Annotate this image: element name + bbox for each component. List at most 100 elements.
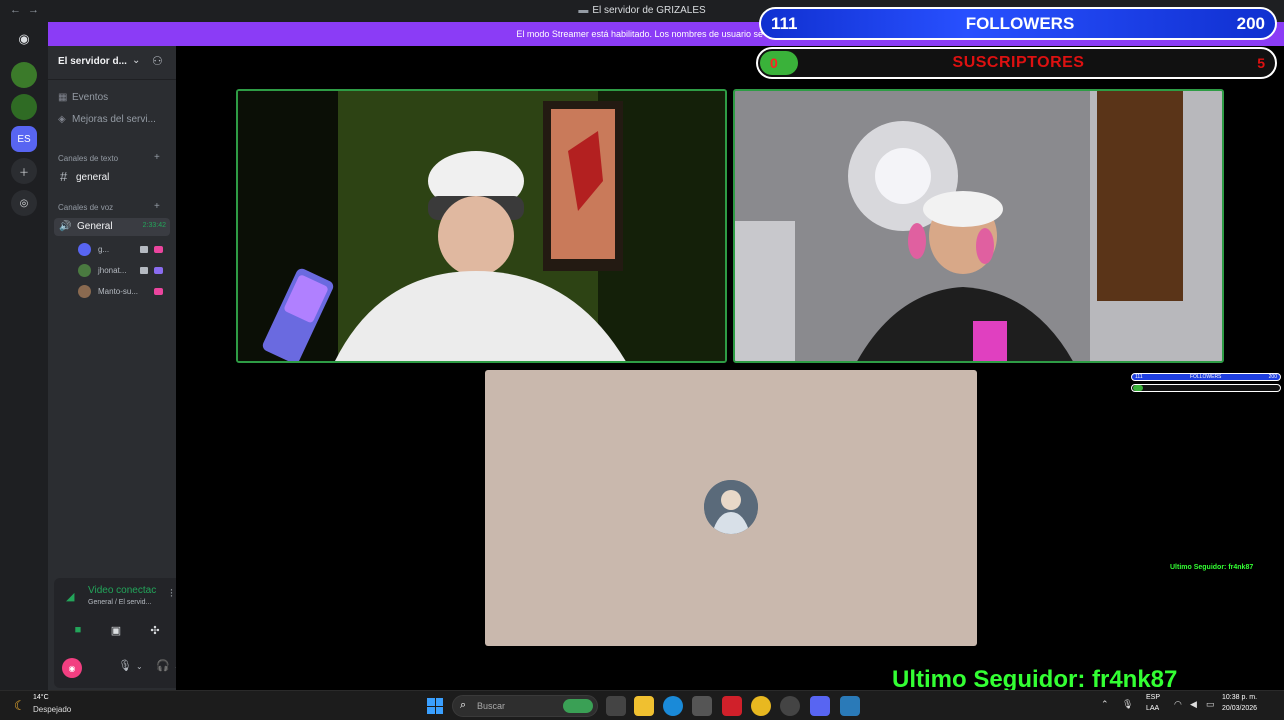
search-icon: ⌕ [460,699,467,711]
camera-icon [140,246,148,253]
channel-general[interactable]: # general [54,168,170,188]
followers-title: FOLLOWERS [965,14,1075,33]
clock-date[interactable]: 20/03/2026 [1222,705,1257,712]
last-follower-small: Ultimo Seguidor: fr4nk87 [1170,564,1254,571]
server-icon: ▬ [578,5,589,16]
file-explorer-icon[interactable] [634,696,654,716]
store-icon[interactable] [692,696,712,716]
signal-icon: ◢ [66,591,75,603]
screenshare-icon [154,267,163,274]
explore-servers-icon[interactable]: ◎ [11,190,37,216]
headphones-icon[interactable]: 🎧 [156,659,170,672]
mini-followers-goal: 200 [1268,374,1277,380]
video-tile-1[interactable] [236,89,727,363]
mini-followers-current: 111 [1135,374,1143,380]
voice-user-name: g... [98,245,110,254]
boosts-item[interactable]: ◈ Mejoras del servi... [58,114,156,125]
edge-icon[interactable] [663,696,683,716]
subscribers-goal: 5 [1257,55,1265,71]
clock-time[interactable]: 10:38 p. m. [1222,694,1257,701]
webcam-feed-2 [735,91,1222,361]
voice-user-1[interactable]: g... [78,243,168,257]
avatar [78,285,91,298]
weather-condition[interactable]: Despejado [33,705,71,714]
screenshare-icon [154,288,163,295]
weather-moon-icon[interactable]: ☾ [14,698,26,714]
app-icon[interactable] [840,696,860,716]
microphone-icon[interactable]: 🎙 [118,659,132,672]
voice-user-3[interactable]: Manto-su... [78,285,168,299]
calendar-icon: ▦ [58,92,68,103]
taskbar: ☾ 14°C Despejado ⌕ Buscar ⌃ ESP LAA 🎙 ◠ … [0,690,1284,720]
voice-user-2[interactable]: jhonat... [78,264,168,278]
voice-channel-general[interactable]: 🔊 General 2:33:42 [54,218,170,236]
add-voice-channel-icon[interactable]: + [154,201,160,212]
wifi-icon[interactable]: ◠ [1174,699,1182,710]
followers-goal: 200 [1236,14,1265,33]
mini-followers-bar: 111 FOLLOWERS 200 [1131,373,1281,381]
avatar [78,264,91,277]
avatar [78,243,91,256]
text-channels-category[interactable]: Canales de texto [58,154,118,163]
language-code[interactable]: ESP [1146,694,1160,701]
channel-general-label: general [76,172,110,183]
task-view-icon[interactable] [606,696,626,716]
followers-goal-bar: 111 FOLLOWERS 200 [759,7,1277,40]
chevron-down-icon[interactable]: ⌄ [136,662,143,671]
screenshare-button[interactable]: ▣ [100,618,132,642]
voice-channels-category[interactable]: Canales de voz [58,203,113,212]
noise-suppression-icon[interactable]: ⫶ [170,588,173,601]
events-item[interactable]: ▦ Eventos [58,92,108,103]
camera-button[interactable]: ■ [62,618,94,642]
chevron-down-icon[interactable]: ⌄ [132,55,140,66]
windows-start-icon[interactable] [427,698,443,714]
discord-home-icon[interactable]: ◉ [11,26,37,52]
voice-status[interactable]: Video conectac [88,585,156,596]
activities-button[interactable]: ✣ [139,618,171,642]
boosts-label: Mejoras del servi... [72,114,156,125]
voice-channel-label: General [77,221,113,232]
voice-location[interactable]: General / El servid... [88,599,151,606]
add-text-channel-icon[interactable]: + [154,152,160,163]
voice-user-name: jhonat... [98,266,127,275]
battery-icon[interactable]: ▭ [1206,699,1215,710]
events-label: Eventos [72,92,109,103]
obs-icon[interactable] [780,696,800,716]
taskbar-search[interactable]: ⌕ Buscar [452,695,598,717]
voice-timer: 2:33:42 [142,222,166,229]
avatar-image [704,480,758,534]
channel-sidebar: El servidor d... ⌄ ⚇ ▦ Eventos ◈ Mejoras d… [48,46,218,690]
discord-icon[interactable] [810,696,830,716]
weather-temperature[interactable]: 14°C [33,694,49,701]
discord-window: ← → ▬ El servidor de GRIZALES El modo Str… [0,0,1284,693]
video-tile-3[interactable] [485,370,977,646]
volume-icon[interactable]: ◀ [1190,699,1197,710]
chrome-icon[interactable] [751,696,771,716]
user-avatar[interactable]: ◉ [62,658,82,678]
search-placeholder: Buscar [477,701,506,711]
adobe-icon[interactable] [722,696,742,716]
server-avatar-1[interactable] [11,62,37,88]
server-header[interactable]: El servidor d... ⌄ ⚇ [48,46,176,80]
window-title: El servidor de GRIZALES [592,5,706,16]
webcam-feed-1 [238,91,725,361]
keyboard-layout[interactable]: LAA [1146,705,1159,712]
invite-people-icon[interactable]: ⚇ [152,54,163,68]
mini-subscribers-bar [1131,384,1281,392]
server-list: ◉ ES ＋ ◎ [0,22,48,690]
participant-avatar[interactable] [704,480,758,534]
chevron-up-icon[interactable]: ⌃ [1101,699,1109,710]
mini-subscribers-pill [1133,385,1143,391]
search-highlight-icon [563,699,593,713]
mini-followers-title: FOLLOWERS [1190,374,1222,380]
screenshare-icon [154,246,163,253]
microphone-icon[interactable]: 🎙 [1122,699,1133,710]
server-avatar-active[interactable]: ES [11,126,37,152]
camera-icon [140,267,148,274]
hash-icon: # [60,169,68,184]
add-server-icon[interactable]: ＋ [11,158,37,184]
boost-icon: ◈ [58,114,66,125]
video-tile-2[interactable] [733,89,1224,363]
speaker-icon: 🔊 [59,221,72,232]
server-avatar-2[interactable] [11,94,37,120]
